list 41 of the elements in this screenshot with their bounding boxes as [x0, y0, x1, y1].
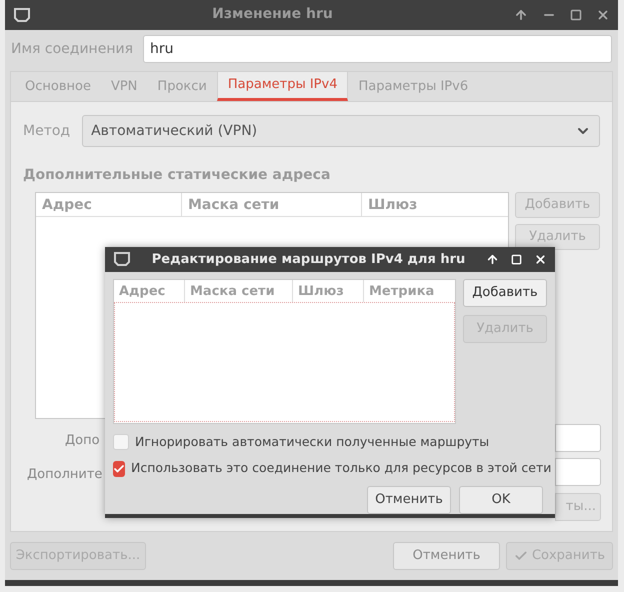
keep-above-icon[interactable] — [514, 8, 528, 22]
column-header[interactable]: Шлюз — [293, 280, 364, 302]
checkbox[interactable] — [113, 460, 125, 477]
cancel-button[interactable]: Отменить — [367, 486, 451, 514]
checkbox[interactable] — [113, 434, 129, 450]
checkbox-label: Игнорировать автоматически полученные маршруты — [135, 432, 490, 451]
network-icon — [113, 251, 131, 268]
routes-button[interactable]: ты... — [555, 493, 601, 521]
column-header[interactable]: Метрика — [364, 280, 455, 302]
close-icon[interactable] — [596, 8, 610, 22]
method-dropdown[interactable]: Автоматический (VPN) — [82, 115, 600, 147]
connection-name-label: Имя соединения — [11, 40, 134, 59]
method-label: Метод — [23, 122, 70, 140]
window-title: Изменение hru — [211, 5, 334, 24]
tab[interactable]: Прокси — [147, 72, 217, 101]
checkbox-label: Использовать это соединение только для ресурсов в этой сети — [131, 459, 552, 478]
check-icon — [113, 462, 125, 475]
cancel-button[interactable]: Отменить — [393, 542, 500, 570]
dns-field[interactable] — [555, 424, 601, 452]
maximize-icon[interactable] — [570, 8, 582, 21]
add-route-button[interactable]: Добавить — [463, 278, 547, 306]
tab[interactable]: VPN — [100, 72, 148, 101]
connection-name-field[interactable]: hru — [143, 35, 612, 64]
column-header[interactable]: Шлюз — [362, 193, 508, 216]
dns-label: Допо — [65, 432, 100, 450]
search-domains-field[interactable] — [555, 458, 601, 486]
search-domains-label: Дополните — [27, 466, 102, 484]
check-icon — [514, 549, 528, 563]
ok-button[interactable]: OK — [459, 486, 543, 514]
keep-above-icon[interactable] — [486, 252, 499, 266]
close-icon[interactable] — [534, 252, 547, 266]
column-header[interactable]: Маска сети — [185, 280, 293, 302]
section-heading: Дополнительные статические адреса — [23, 166, 332, 185]
dialog-title: Редактирование маршрутов IPv4 для hru — [150, 250, 466, 268]
column-header[interactable]: Адрес — [114, 280, 185, 302]
tab[interactable]: Параметры IPv6 — [348, 72, 478, 101]
tab[interactable]: Параметры IPv4 — [216, 72, 348, 101]
column-header[interactable]: Адрес — [36, 193, 182, 216]
tab[interactable]: Основное — [15, 72, 101, 101]
column-header[interactable]: Маска сети — [182, 193, 362, 216]
network-icon — [13, 6, 31, 23]
